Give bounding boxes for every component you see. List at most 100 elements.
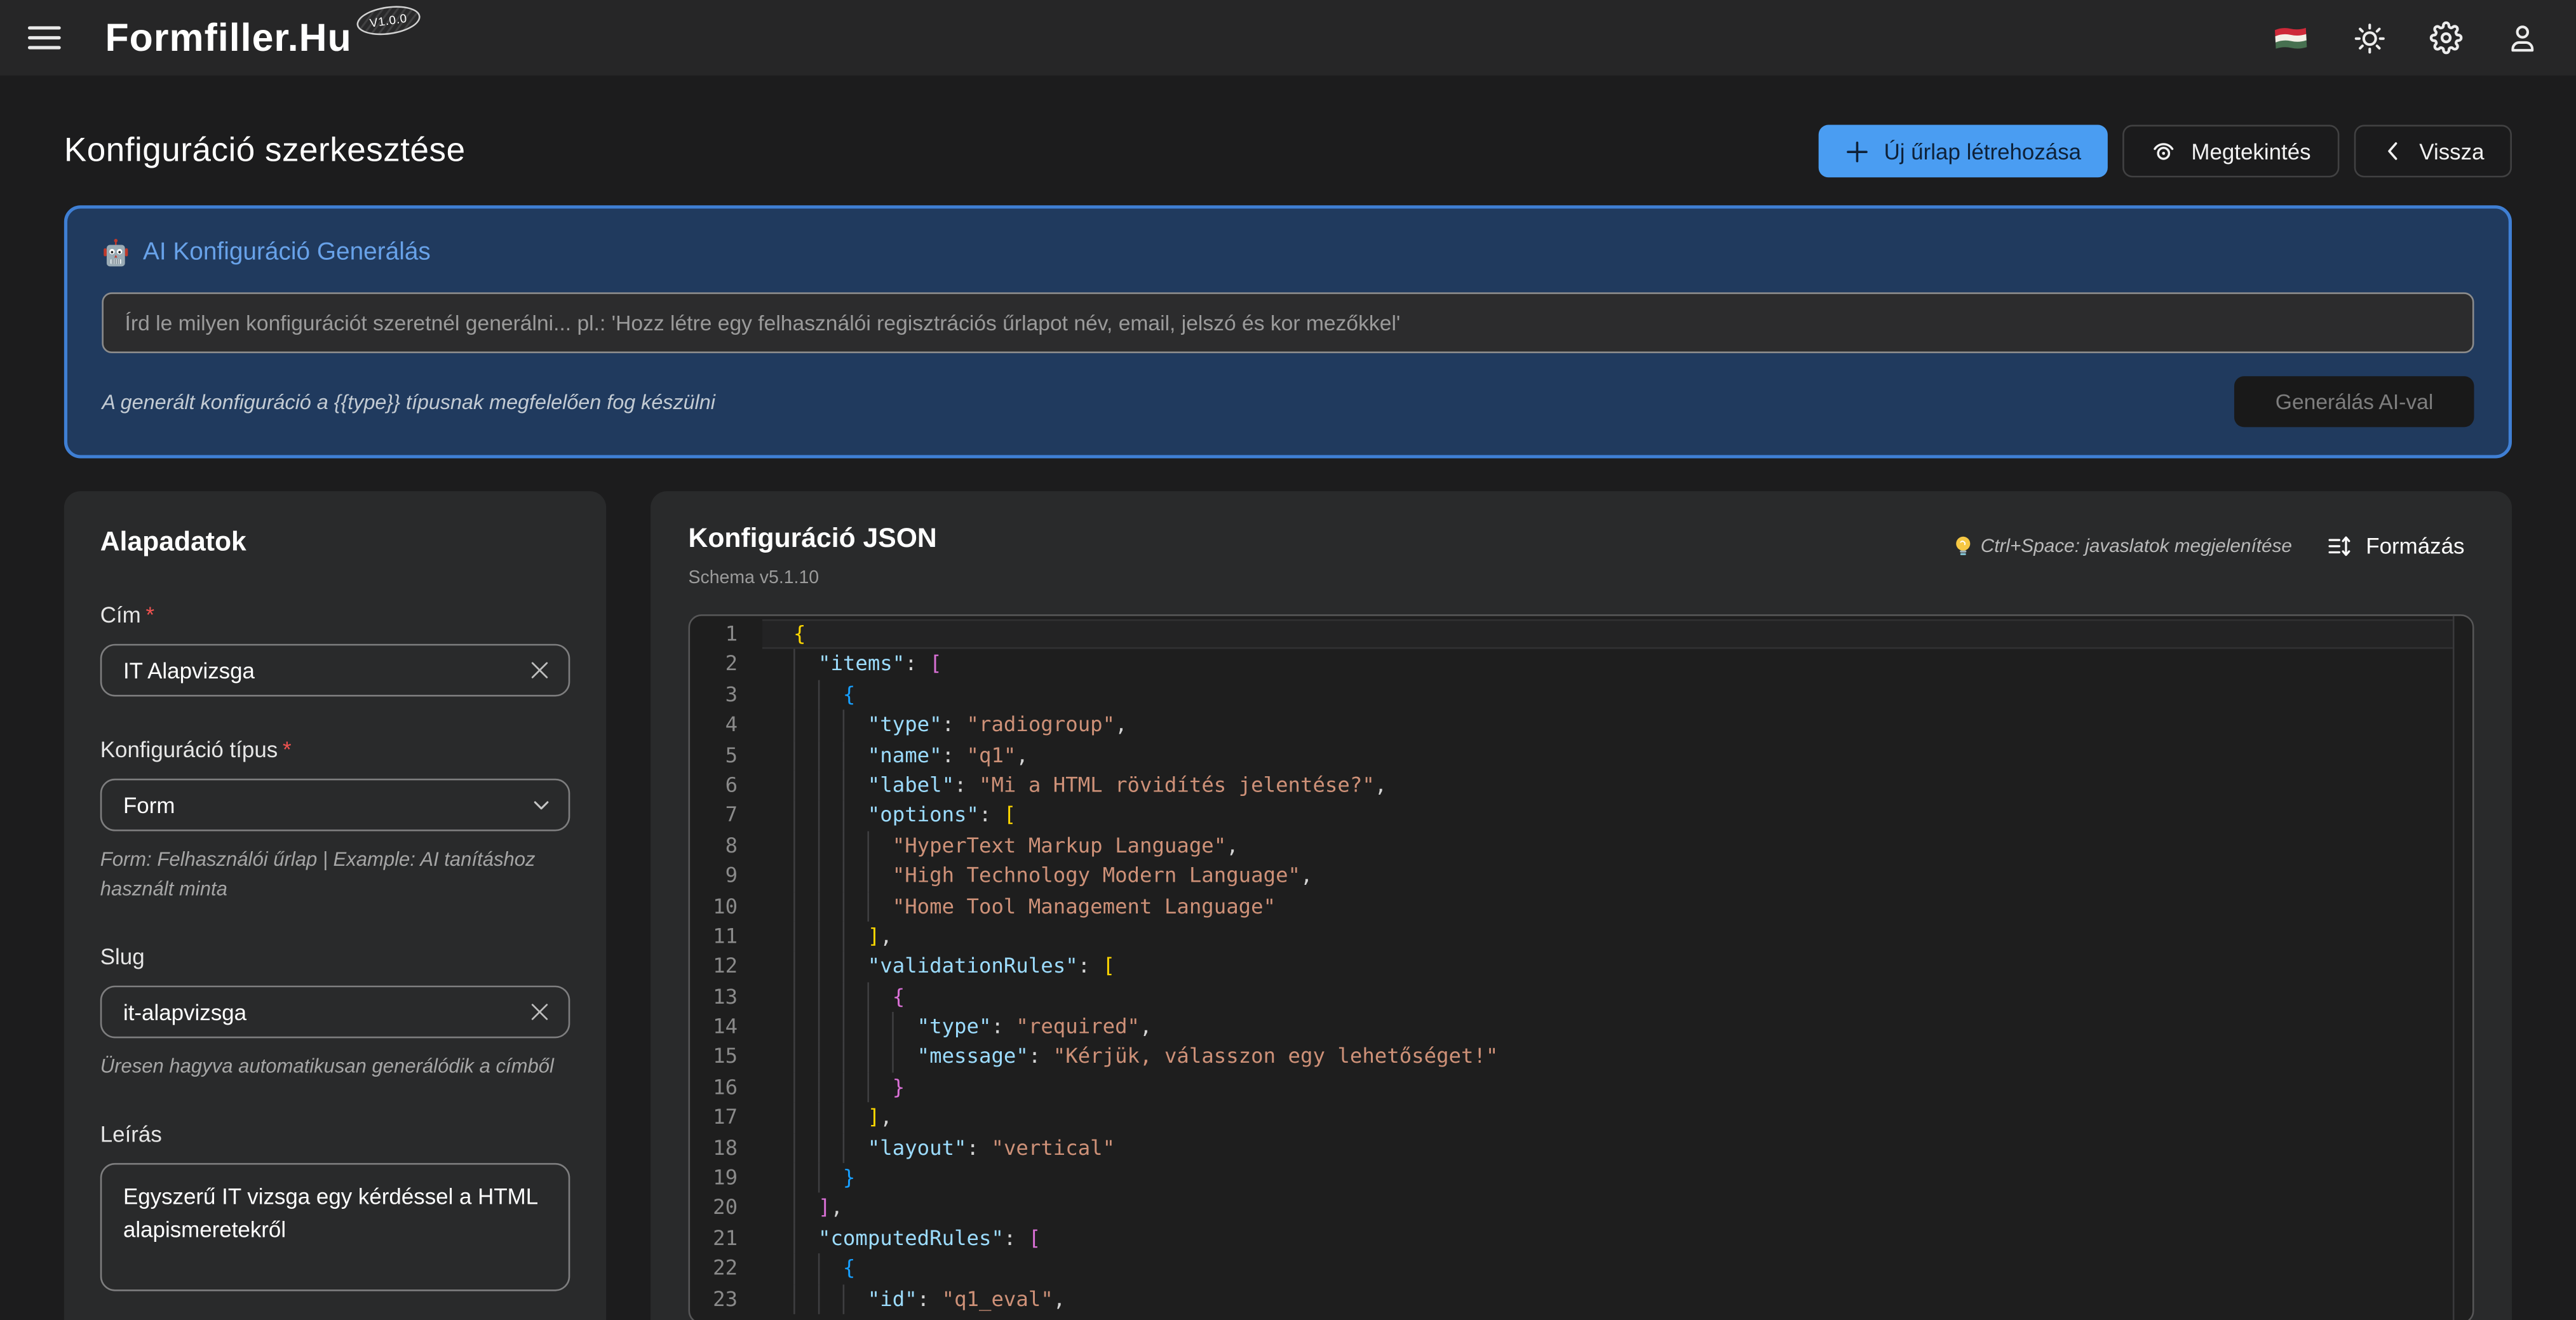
- code-text[interactable]: "computedRules": [: [762, 1223, 1041, 1254]
- code-text[interactable]: "message": "Kérjük, válasszon egy lehető…: [762, 1042, 1499, 1073]
- code-line[interactable]: 4 "type": "radiogroup",: [690, 710, 2472, 741]
- code-text[interactable]: "name": "q1",: [762, 740, 1028, 771]
- code-text[interactable]: "High Technology Modern Language",: [762, 861, 1313, 891]
- slug-input[interactable]: [100, 986, 570, 1039]
- code-line[interactable]: 1{: [690, 619, 2472, 650]
- code-line[interactable]: 20 ],: [690, 1194, 2472, 1224]
- code-text[interactable]: "HyperText Markup Language",: [762, 831, 1239, 861]
- line-number[interactable]: 17: [690, 1103, 762, 1133]
- theme-toggle-sun-icon[interactable]: [2354, 22, 2385, 53]
- indent-guide: [843, 1103, 845, 1133]
- code-text[interactable]: "layout": "vertical": [762, 1133, 1115, 1163]
- code-line[interactable]: 2 "items": [: [690, 649, 2472, 680]
- description-textarea[interactable]: Egyszerű IT vizsga egy kérdéssel a HTML …: [100, 1163, 570, 1291]
- line-number[interactable]: 8: [690, 831, 762, 861]
- type-select[interactable]: Form: [100, 779, 570, 832]
- code-line[interactable]: 16 }: [690, 1072, 2472, 1103]
- schema-version: Schema v5.1.10: [689, 569, 937, 588]
- line-number[interactable]: 2: [690, 649, 762, 680]
- line-number[interactable]: 14: [690, 1012, 762, 1042]
- indent-guide: [793, 649, 795, 680]
- line-number[interactable]: 7: [690, 800, 762, 831]
- line-number[interactable]: 19: [690, 1163, 762, 1194]
- code-text[interactable]: ],: [762, 922, 893, 952]
- user-account-icon[interactable]: [2507, 22, 2539, 53]
- line-number[interactable]: 10: [690, 891, 762, 922]
- menu-icon[interactable]: [28, 26, 61, 50]
- settings-gear-icon[interactable]: [2430, 22, 2463, 55]
- line-number[interactable]: 11: [690, 922, 762, 952]
- code-text[interactable]: }: [762, 1163, 855, 1194]
- code-line[interactable]: 10 "Home Tool Management Language": [690, 891, 2472, 922]
- code-line[interactable]: 8 "HyperText Markup Language",: [690, 831, 2472, 861]
- lightbulb-icon: [1954, 535, 1971, 558]
- line-number[interactable]: 3: [690, 680, 762, 710]
- line-number[interactable]: 23: [690, 1284, 762, 1314]
- code-text[interactable]: "type": "radiogroup",: [762, 710, 1128, 741]
- page-content: Konfiguráció szerkesztése Új űrlap létre…: [0, 125, 2576, 1320]
- new-form-button[interactable]: Új űrlap létrehozása: [1818, 125, 2107, 178]
- page-title: Konfiguráció szerkesztése: [64, 131, 466, 171]
- code-text[interactable]: "type": "required",: [762, 1012, 1152, 1042]
- code-line[interactable]: 23 "id": "q1_eval",: [690, 1284, 2472, 1314]
- code-text[interactable]: {: [762, 680, 855, 710]
- editor-scrollbar[interactable]: [2453, 616, 2472, 1320]
- indent-guide: [843, 891, 845, 922]
- clear-slug-icon[interactable]: [527, 1000, 552, 1025]
- line-number[interactable]: 1: [690, 619, 762, 650]
- brand-logo[interactable]: Formfiller.Hu V1.0.0: [105, 13, 421, 63]
- code-line[interactable]: 5 "name": "q1",: [690, 740, 2472, 771]
- code-text[interactable]: "items": [: [762, 649, 942, 680]
- line-number[interactable]: 21: [690, 1223, 762, 1254]
- code-line[interactable]: 14 "type": "required",: [690, 1012, 2472, 1042]
- code-line[interactable]: 21 "computedRules": [: [690, 1223, 2472, 1254]
- code-text[interactable]: {: [762, 982, 905, 1013]
- json-code-editor[interactable]: 1{2 "items": [3 {4 "type": "radiogroup",…: [689, 614, 2474, 1320]
- generate-ai-button[interactable]: Generálás AI-val: [2234, 376, 2474, 427]
- code-line[interactable]: 15 "message": "Kérjük, válasszon egy leh…: [690, 1042, 2472, 1073]
- code-line[interactable]: 13 {: [690, 982, 2472, 1013]
- code-text[interactable]: "label": "Mi a HTML rövidítés jelentése?…: [762, 771, 1387, 801]
- line-number[interactable]: 20: [690, 1194, 762, 1224]
- clear-title-icon[interactable]: [527, 658, 552, 683]
- code-line[interactable]: 6 "label": "Mi a HTML rövidítés jelentés…: [690, 771, 2472, 801]
- code-text[interactable]: "validationRules": [: [762, 952, 1115, 982]
- line-number[interactable]: 16: [690, 1072, 762, 1103]
- line-number[interactable]: 6: [690, 771, 762, 801]
- line-number[interactable]: 22: [690, 1254, 762, 1284]
- line-number[interactable]: 12: [690, 952, 762, 982]
- code-text[interactable]: "options": [: [762, 800, 1016, 831]
- indent-guide: [843, 1012, 845, 1042]
- indent-guide: [793, 1042, 795, 1073]
- code-line[interactable]: 11 ],: [690, 922, 2472, 952]
- code-text[interactable]: {: [762, 1254, 855, 1284]
- code-line[interactable]: 22 {: [690, 1254, 2472, 1284]
- indent-guide: [818, 1072, 820, 1103]
- back-button[interactable]: Vissza: [2354, 125, 2512, 178]
- code-line[interactable]: 17 ],: [690, 1103, 2472, 1133]
- code-text[interactable]: ],: [762, 1194, 843, 1224]
- code-text[interactable]: {: [762, 619, 806, 650]
- code-line[interactable]: 9 "High Technology Modern Language",: [690, 861, 2472, 891]
- line-number[interactable]: 9: [690, 861, 762, 891]
- indent-guide: [818, 1284, 820, 1314]
- code-text[interactable]: ],: [762, 1103, 893, 1133]
- hungarian-flag-icon[interactable]: [2272, 24, 2310, 51]
- ai-prompt-input[interactable]: [102, 292, 2474, 353]
- code-text[interactable]: }: [762, 1072, 905, 1103]
- line-number[interactable]: 4: [690, 710, 762, 741]
- line-number[interactable]: 13: [690, 982, 762, 1013]
- code-line[interactable]: 19 }: [690, 1163, 2472, 1194]
- code-line[interactable]: 12 "validationRules": [: [690, 952, 2472, 982]
- line-number[interactable]: 18: [690, 1133, 762, 1163]
- preview-button[interactable]: Megtekintés: [2122, 125, 2339, 178]
- format-button[interactable]: Formázás: [2317, 532, 2474, 560]
- code-text[interactable]: "id": "q1_eval",: [762, 1284, 1065, 1314]
- code-text[interactable]: "Home Tool Management Language": [762, 891, 1276, 922]
- line-number[interactable]: 15: [690, 1042, 762, 1073]
- title-input[interactable]: [100, 644, 570, 697]
- code-line[interactable]: 3 {: [690, 680, 2472, 710]
- code-line[interactable]: 18 "layout": "vertical": [690, 1133, 2472, 1163]
- line-number[interactable]: 5: [690, 740, 762, 771]
- code-line[interactable]: 7 "options": [: [690, 800, 2472, 831]
